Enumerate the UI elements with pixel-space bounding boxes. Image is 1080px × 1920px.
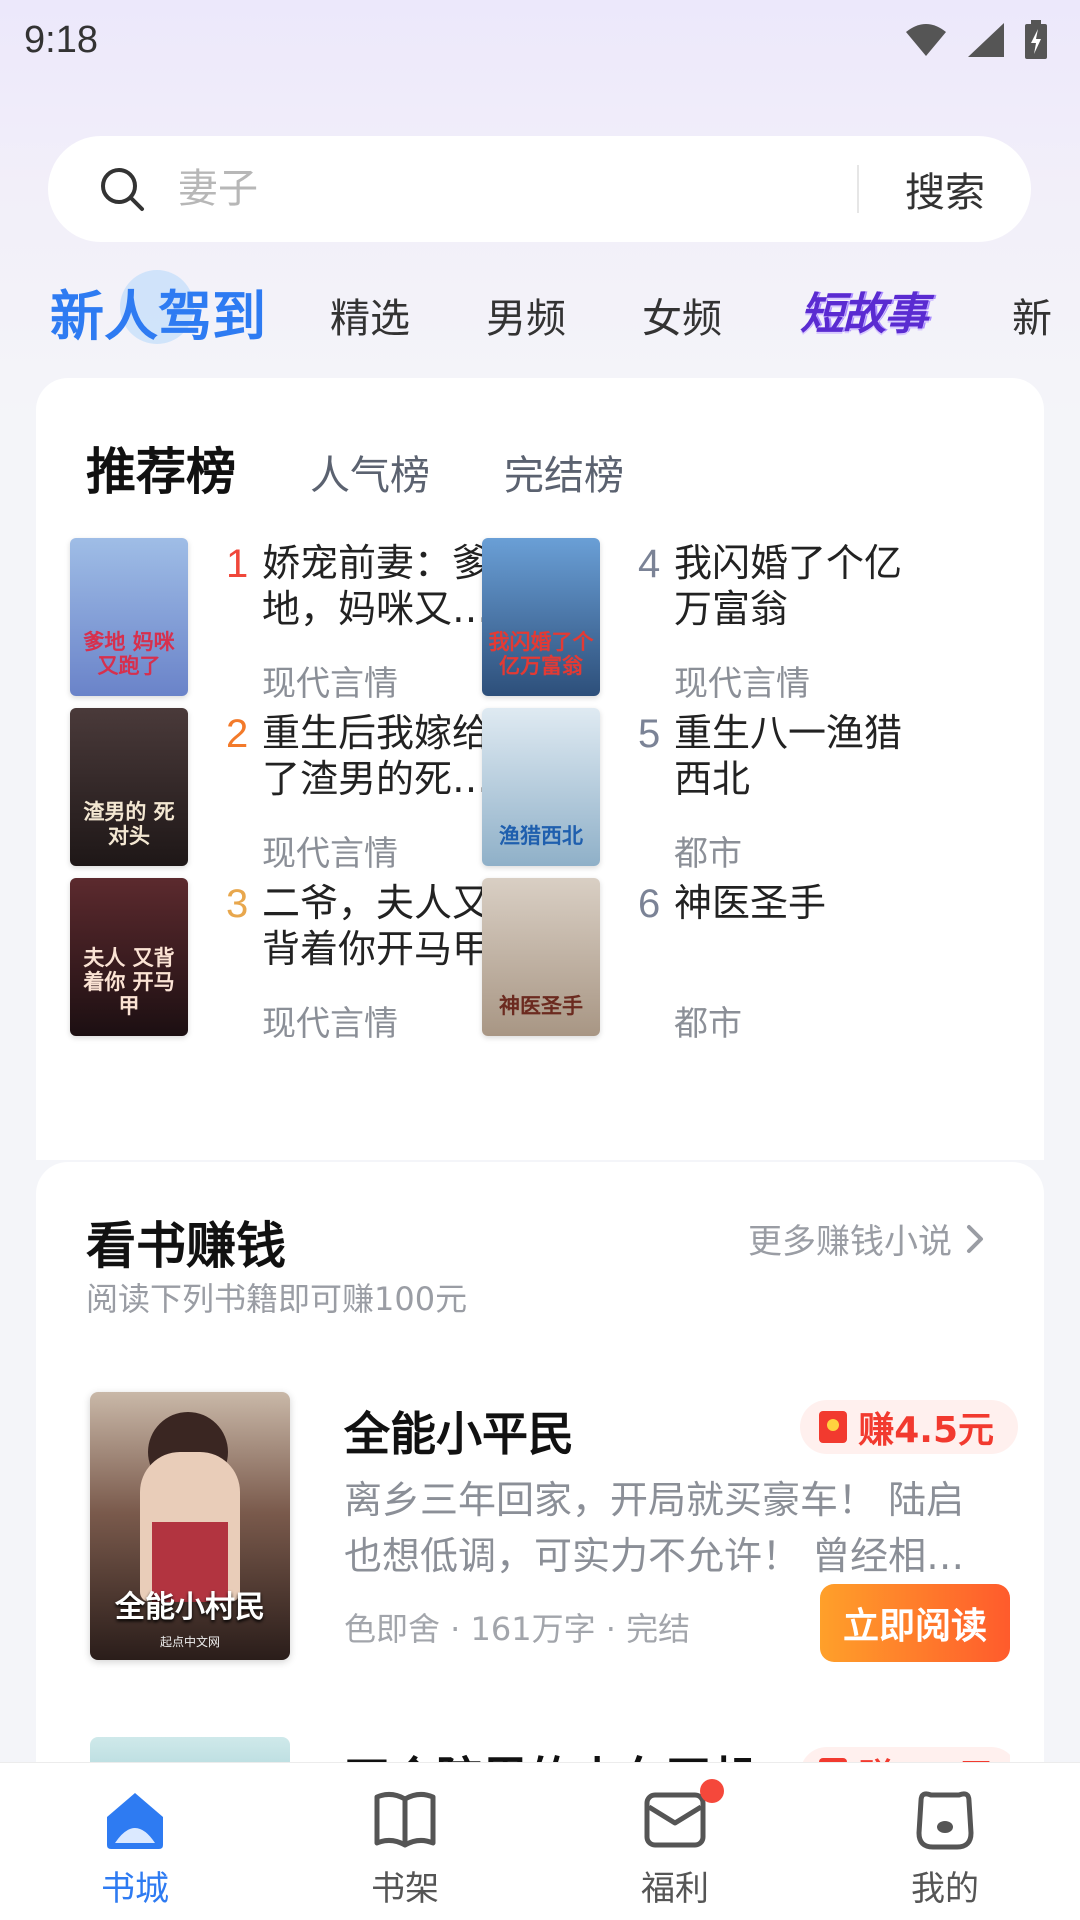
signal-icon — [968, 23, 1004, 57]
category-tabs: 新人驾到 精选 男频 女频 短故事 新 — [0, 270, 1080, 350]
ranking-book-item[interactable]: 夫人 又背着你 开马甲 3 二爷，夫人又背着你开马甲现代言情 — [70, 878, 530, 1048]
reward-badge: 赚4.5元 — [800, 1400, 1018, 1454]
rank-number: 4 — [638, 542, 661, 586]
ranking-book-item[interactable]: 我闪婚了个 亿万富翁 4 我闪婚了个亿万富翁现代言情 — [482, 538, 942, 708]
book-cover-title: 渔猎西北 — [499, 823, 583, 848]
search-button[interactable]: 搜索 — [905, 160, 985, 218]
rank-number: 1 — [226, 542, 249, 586]
earn-book-title[interactable]: 全能小平民 — [344, 1398, 574, 1464]
read-now-button[interactable]: 立即阅读 — [820, 1584, 1010, 1662]
earn-book-description: 离乡三年回家，开局就买豪车！ 陆启也想低调，可实力不允许！ 曾经相… — [344, 1478, 965, 1578]
rank-number: 2 — [226, 712, 249, 756]
book-cover-title: 我闪婚了个 亿万富翁 — [488, 629, 594, 678]
tab-popular[interactable]: 人气榜 — [310, 443, 430, 501]
nav-label-bookshelf: 书架 — [371, 1869, 439, 1909]
book-genre: 现代言情 — [262, 664, 398, 704]
earn-cover-title: 全能小村民 — [115, 1590, 265, 1625]
ranking-book-item[interactable]: 神医圣手 6 神医圣手 都市 — [482, 878, 942, 1048]
more-earn-link[interactable]: 更多赚钱小说 — [748, 1214, 984, 1263]
nav-profile[interactable]: 我的 — [810, 1763, 1080, 1920]
chevron-right-icon — [967, 1224, 983, 1253]
notification-dot — [700, 1779, 724, 1803]
bottom-nav: 书城 书架 福利 我的 — [0, 1762, 1080, 1920]
rank-number: 5 — [638, 712, 661, 756]
red-envelope-icon — [819, 1411, 848, 1443]
nav-label-profile: 我的 — [911, 1869, 979, 1909]
rank-number: 6 — [638, 882, 661, 926]
more-earn-label: 更多赚钱小说 — [748, 1222, 952, 1262]
search-icon — [101, 168, 144, 211]
book-icon — [374, 1791, 436, 1848]
ranking-tabs: 推荐榜 人气榜 完结榜 — [86, 432, 624, 504]
ranking-book-item[interactable]: 渔猎西北 5 重生八一渔猎西北都市 — [482, 708, 942, 878]
book-cover[interactable]: 夫人 又背着你 开马甲 — [70, 878, 188, 1036]
earn-book-cover[interactable]: 全能小村民 起点中文网 — [90, 1392, 290, 1660]
nav-bookshelf[interactable]: 书架 — [270, 1763, 540, 1920]
tab-male[interactable]: 男频 — [486, 286, 566, 344]
book-cover[interactable]: 神医圣手 — [482, 878, 600, 1036]
tab-completed[interactable]: 完结榜 — [504, 443, 624, 501]
book-title[interactable]: 重生后我嫁给了渣男的死… — [262, 710, 502, 802]
book-genre: 现代言情 — [262, 1004, 398, 1044]
wifi-icon — [906, 24, 946, 56]
earn-title: 看书赚钱 — [86, 1217, 286, 1275]
book-title[interactable]: 我闪婚了个亿万富翁 — [674, 540, 914, 632]
book-title[interactable]: 神医圣手 — [674, 880, 914, 926]
home-icon — [107, 1793, 163, 1849]
tab-featured[interactable]: 精选 — [330, 286, 410, 344]
nav-bookstore[interactable]: 书城 — [0, 1763, 270, 1920]
battery-icon — [1025, 20, 1047, 59]
book-title[interactable]: 娇宠前妻：爹地，妈咪又… — [262, 540, 502, 632]
status-bar: 9:18 — [0, 0, 1080, 80]
tab-newcomer[interactable]: 新人驾到 — [50, 272, 266, 350]
tab-short-story[interactable]: 短故事 — [800, 278, 928, 342]
book-cover-title: 渣男的 死对头 — [83, 799, 175, 848]
earn-book-meta: 色即舍 · 161万字 · 完结 — [344, 1610, 691, 1648]
book-cover-title: 神医圣手 — [499, 993, 583, 1018]
book-genre: 都市 — [674, 834, 742, 874]
book-cover[interactable]: 渣男的 死对头 — [70, 708, 188, 866]
nav-label-bookstore: 书城 — [101, 1869, 169, 1909]
reward-text: 赚4.5元 — [858, 1410, 994, 1451]
status-time: 9:18 — [24, 18, 98, 61]
search-divider — [857, 165, 859, 213]
book-genre: 现代言情 — [262, 834, 398, 874]
book-title[interactable]: 重生八一渔猎西北 — [674, 710, 914, 802]
book-cover[interactable]: 爹地 妈咪又跑了 — [70, 538, 188, 696]
tab-new[interactable]: 新 — [1012, 286, 1052, 344]
earn-card: 看书赚钱 阅读下列书籍即可赚100元 更多赚钱小说 全能小村民 起点中文网 全能… — [36, 1162, 1044, 1777]
ranking-card: 推荐榜 人气榜 完结榜 爹地 妈咪又跑了 1 娇宠前妻：爹地，妈咪又… 现代言情 我闪婚… — [36, 378, 1044, 1160]
ranking-book-item[interactable]: 渣男的 死对头 2 重生后我嫁给了渣男的死… 现代言情 — [70, 708, 530, 878]
nav-label-welfare: 福利 — [641, 1869, 709, 1909]
book-cover-title: 爹地 妈咪又跑了 — [83, 629, 175, 678]
earn-subtitle: 阅读下列书籍即可赚100元 — [86, 1280, 468, 1318]
book-genre: 现代言情 — [674, 664, 810, 704]
book-cover[interactable]: 我闪婚了个 亿万富翁 — [482, 538, 600, 696]
search-bar[interactable]: 搜索 — [48, 136, 1031, 242]
book-genre: 都市 — [674, 1004, 742, 1044]
tab-recommended[interactable]: 推荐榜 — [86, 432, 236, 504]
nav-welfare[interactable]: 福利 — [540, 1763, 810, 1920]
profile-icon — [916, 1791, 974, 1850]
book-cover-title: 夫人 又背着你 开马甲 — [83, 945, 175, 1018]
earn-cover-publisher: 起点中文网 — [159, 1635, 220, 1649]
ranking-book-item[interactable]: 爹地 妈咪又跑了 1 娇宠前妻：爹地，妈咪又… 现代言情 — [70, 538, 530, 708]
status-icons — [904, 20, 1048, 60]
tab-female[interactable]: 女频 — [642, 286, 722, 344]
search-input[interactable] — [178, 166, 857, 212]
book-title[interactable]: 二爷，夫人又背着你开马甲 — [262, 880, 502, 972]
rank-number: 3 — [226, 882, 249, 926]
earn-book-item[interactable]: 全能小村民 起点中文网 全能小平民 赚4.5元 离乡三年回家，开局就买豪车！ 陆… — [90, 1392, 1018, 1662]
book-cover[interactable]: 渔猎西北 — [482, 708, 600, 866]
